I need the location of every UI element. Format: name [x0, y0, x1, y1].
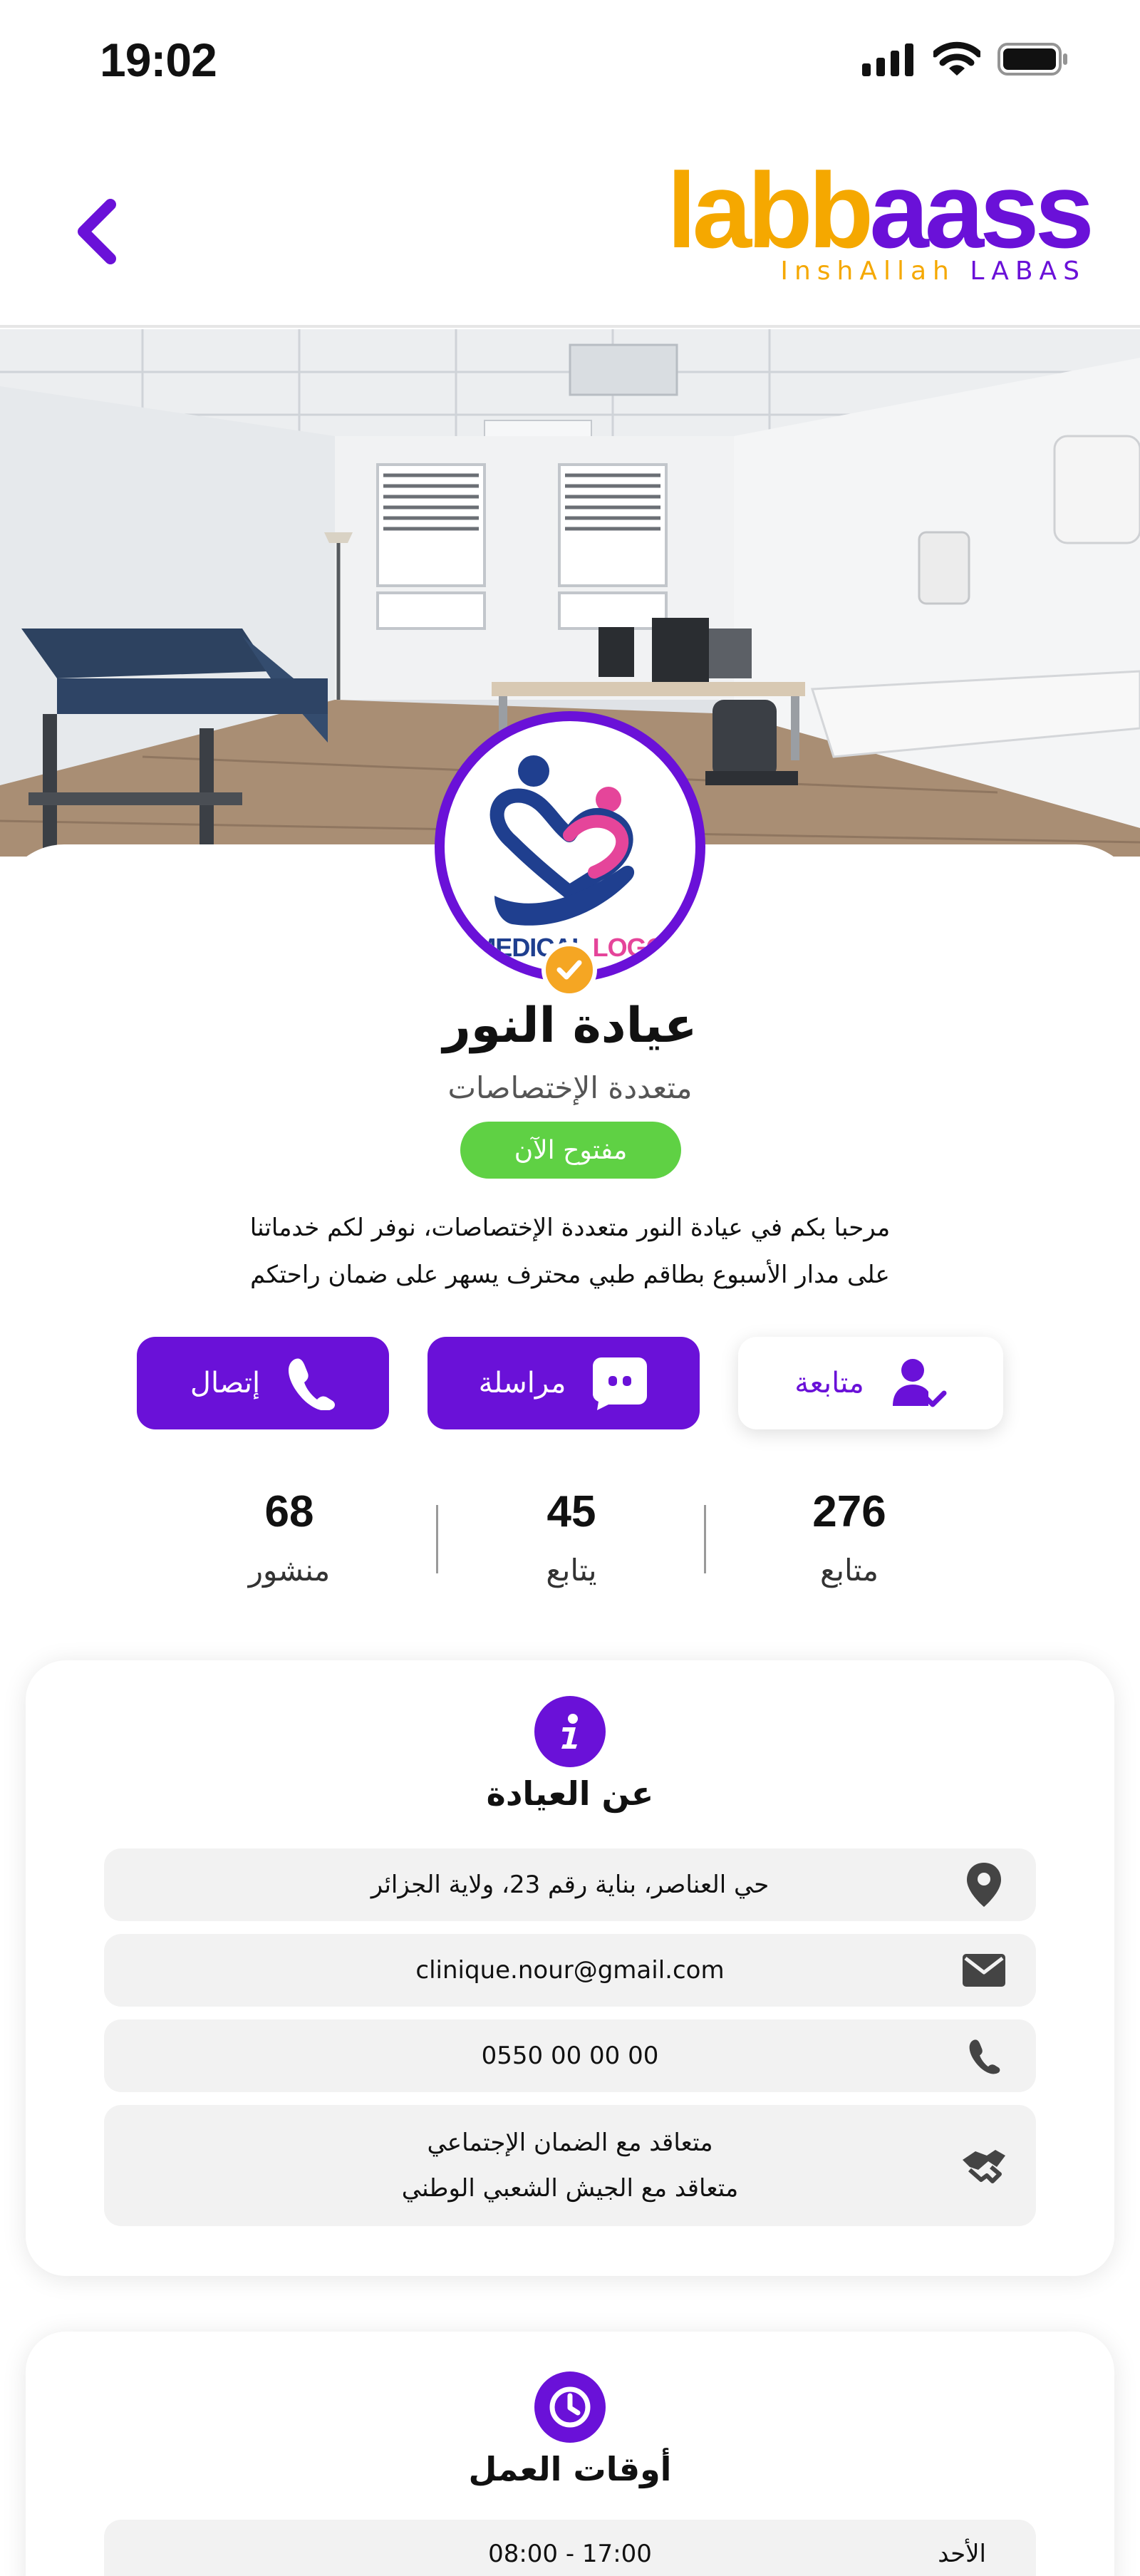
medical-logo-icon: MEDICAL LOGO — [475, 755, 666, 962]
working-hours-card: أوقات العمل الأحد 08:00 - 17:00 — [26, 2332, 1114, 2576]
clinic-specialty: متعددة الإختصاصات — [447, 1070, 693, 1105]
agreement-line: متعاقد مع الجيش الشعبي الوطني — [401, 2174, 739, 2203]
open-status-badge: مفتوح الآن — [460, 1122, 681, 1179]
address-text: حي العناصر، بناية رقم 23، ولاية الجزائر — [370, 1871, 770, 1899]
clock-icon — [534, 2371, 606, 2443]
call-button[interactable]: إتصال — [137, 1337, 389, 1429]
follow-button-label: متابعة — [794, 1367, 864, 1400]
message-button-label: مراسلة — [478, 1367, 566, 1400]
about-title: عن العيادة — [486, 1774, 654, 1813]
call-button-label: إتصال — [190, 1367, 261, 1400]
checkmark-icon — [556, 960, 582, 980]
stat-label: منشور — [248, 1553, 331, 1588]
status-bar: 19:02 — [0, 0, 1140, 128]
signal-icon — [862, 43, 913, 76]
stat-divider — [704, 1505, 706, 1573]
stat-value: 45 — [546, 1487, 596, 1536]
location-pin-icon — [960, 1861, 1007, 1908]
hours-time: 08:00 - 17:00 — [488, 2540, 652, 2568]
back-button[interactable] — [64, 192, 128, 271]
about-card: عن العيادة حي العناصر، بناية رقم 23، ولا… — [26, 1660, 1114, 2276]
message-button[interactable]: مراسلة — [428, 1337, 700, 1429]
verified-badge — [542, 942, 597, 998]
info-glyph — [561, 1714, 578, 1749]
agreement-line: متعاقد مع الضمان الإجتماعي — [427, 2128, 713, 2157]
logo-wordmark: labbaass — [666, 150, 1094, 270]
battery-icon — [998, 43, 1067, 76]
description-line: على مدار الأسبوع بطاقم طبي محترف يسهر عل… — [250, 1261, 890, 1289]
user-check-icon — [892, 1359, 947, 1407]
app-header: labbaass InshAllah LABAS — [0, 128, 1140, 328]
stat-value: 68 — [264, 1487, 314, 1536]
status-time: 19:02 — [100, 33, 217, 86]
working-hours-title: أوقات العمل — [468, 2450, 672, 2488]
envelope-icon — [960, 1947, 1007, 1994]
stat-followers[interactable]: 276 متابع — [742, 1486, 956, 1588]
clinic-profile-screen: 19:02 labbaass InshAllah LABAS MEDICAL L… — [0, 0, 1140, 2576]
phone-text: 0550 00 00 00 — [481, 2042, 659, 2070]
clinic-avatar[interactable]: MEDICAL LOGO — [435, 711, 705, 982]
follow-button[interactable]: متابعة — [738, 1337, 1003, 1429]
info-icon — [534, 1696, 606, 1767]
clinic-name: عيادة النور — [442, 998, 698, 1054]
chevron-left-icon — [78, 199, 116, 264]
labbaass-logo: labbaass InshAllah LABAS — [667, 157, 1094, 299]
stat-label: يتابع — [546, 1553, 597, 1588]
address-row[interactable]: حي العناصر، بناية رقم 23، ولاية الجزائر — [104, 1848, 1036, 1921]
hours-row: الأحد 08:00 - 17:00 — [104, 2520, 1036, 2576]
logo-tagline: InshAllah LABAS — [780, 257, 1086, 286]
chat-icon — [593, 1357, 648, 1410]
email-text: clinique.nour@gmail.com — [415, 1956, 725, 1985]
phone-icon — [960, 2032, 1007, 2079]
clinic-description: مرحبا بكم في عيادة النور متعددة الإختصاص… — [214, 1204, 926, 1298]
phone-icon — [289, 1358, 336, 1410]
stat-following[interactable]: 45 يتابع — [465, 1486, 678, 1588]
clock-glyph — [549, 2386, 591, 2428]
agreements-row: متعاقد مع الضمان الإجتماعي متعاقد مع الج… — [104, 2105, 1036, 2226]
agreements-text: متعاقد مع الضمان الإجتماعي متعاقد مع الج… — [190, 2105, 950, 2226]
description-line: مرحبا بكم في عيادة النور متعددة الإختصاص… — [249, 1214, 891, 1242]
email-row[interactable]: clinique.nour@gmail.com — [104, 1934, 1036, 2007]
wifi-icon — [933, 41, 980, 76]
stat-label: متابع — [819, 1553, 879, 1588]
stat-posts[interactable]: 68 منشور — [182, 1486, 396, 1588]
handshake-icon — [960, 2142, 1007, 2189]
phone-row[interactable]: 0550 00 00 00 — [104, 2019, 1036, 2092]
stat-divider — [436, 1505, 438, 1573]
stat-value: 276 — [812, 1487, 886, 1536]
status-icons — [862, 41, 1069, 77]
